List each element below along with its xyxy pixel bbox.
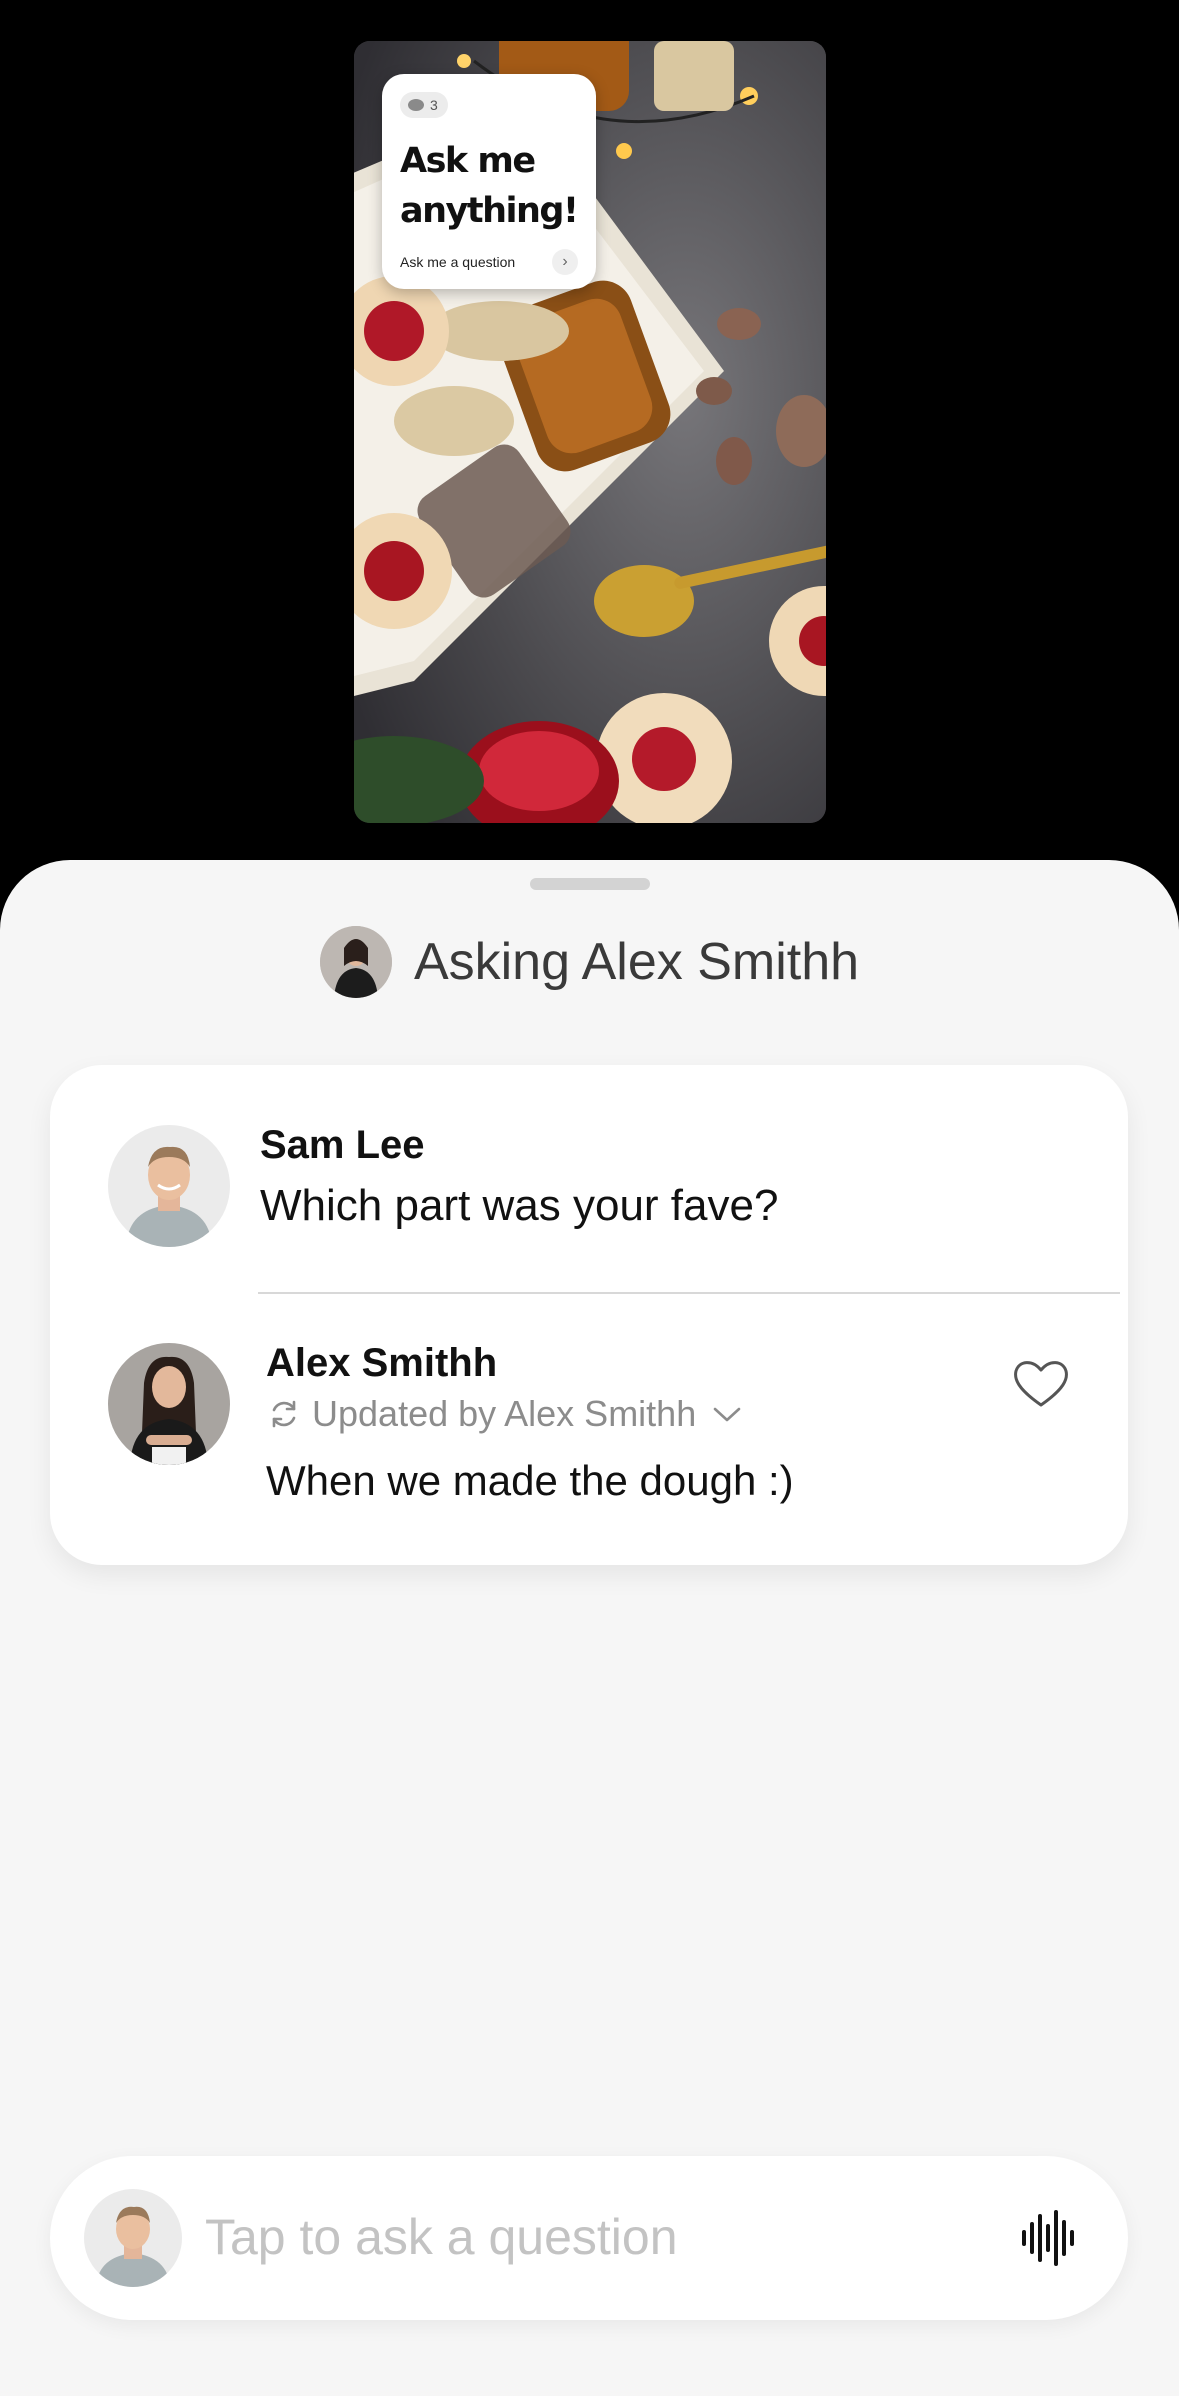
divider <box>258 1292 1120 1294</box>
updated-by-label: Updated by Alex Smithh <box>312 1393 697 1434</box>
asker-name: Sam Lee <box>260 1123 425 1167</box>
ask-input[interactable]: Tap to ask a question <box>205 2208 678 2266</box>
questions-sheet: Asking Alex Smithh Sam Lee Which part wa… <box>0 860 1179 2396</box>
my-avatar <box>84 2189 182 2287</box>
host-avatar <box>319 926 392 998</box>
question-text: Which part was your fave? <box>260 1181 779 1230</box>
sheet-header: Asking Alex Smithh <box>0 926 1179 998</box>
sticker-title: Ask me anything! <box>400 141 579 231</box>
response-count-badge: 3 <box>400 92 448 118</box>
speech-bubble-icon <box>408 99 424 111</box>
story-preview[interactable]: 3 Ask me anything! Ask me a question › <box>354 41 826 823</box>
chevron-right-icon[interactable]: › <box>552 249 578 275</box>
question-card: Sam Lee Which part was your fave? Alex S… <box>50 1065 1128 1565</box>
asker-avatar[interactable] <box>108 1125 230 1247</box>
responder-avatar[interactable] <box>108 1343 230 1465</box>
heart-icon[interactable] <box>1012 1357 1070 1409</box>
waveform-icon[interactable] <box>1018 2208 1078 2268</box>
sync-icon <box>272 1400 296 1428</box>
sheet-title: Asking Alex Smithh <box>413 933 860 991</box>
ama-sticker[interactable]: 3 Ask me anything! Ask me a question › <box>382 74 596 289</box>
response-count: 3 <box>430 97 438 113</box>
sticker-prompt: Ask me a question <box>400 254 516 270</box>
responder-name: Alex Smithh <box>266 1341 498 1385</box>
sheet-grabber[interactable] <box>530 878 650 890</box>
answer-row[interactable]: Alex Smithh Updated by Alex Smithh When … <box>108 1341 1070 1515</box>
chevron-down-icon[interactable] <box>712 1404 742 1424</box>
answer-text: When we made the dough :) <box>266 1457 794 1504</box>
ask-question-bar[interactable]: Tap to ask a question <box>50 2156 1128 2320</box>
updated-by-row[interactable]: Updated by Alex Smithh <box>266 1393 742 1435</box>
